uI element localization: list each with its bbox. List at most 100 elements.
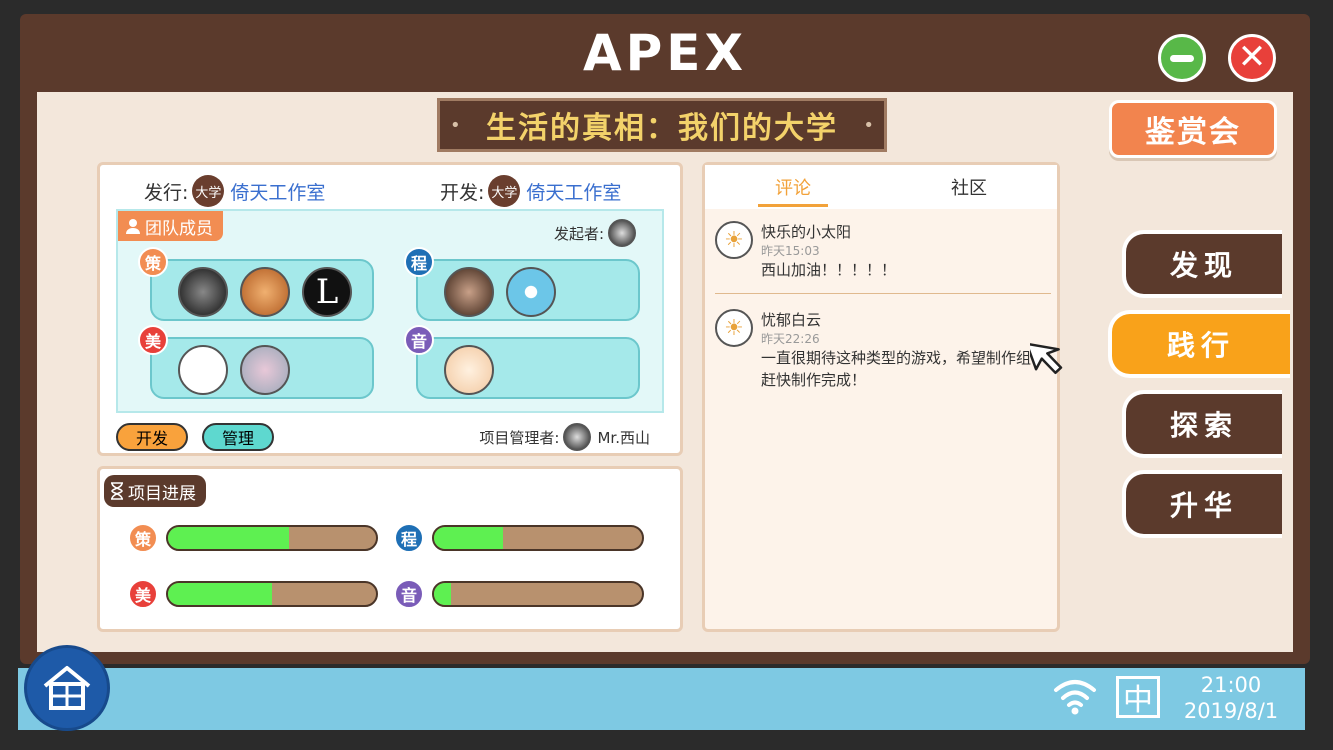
- comment-header: ☀ 快乐的小太阳 昨天15:03: [715, 221, 1045, 259]
- develop-button[interactable]: 开发: [116, 423, 188, 451]
- developer-label: 开发:: [440, 181, 485, 204]
- publisher-name[interactable]: 倚天工作室: [230, 178, 325, 205]
- cursor-icon: [1030, 342, 1063, 375]
- team-members-box: 团队成员 发起者: 策 L 程 美 音: [116, 209, 664, 413]
- title-bar: APEX ✕: [20, 14, 1310, 94]
- progress-tag-label: 项目进展: [128, 483, 196, 504]
- developer-name[interactable]: 倚天工作室: [526, 178, 621, 205]
- comment-author[interactable]: 忧郁白云: [761, 309, 821, 330]
- clock-time: 21:00: [1200, 673, 1262, 697]
- nav-discover[interactable]: 发现: [1122, 230, 1282, 298]
- nav-sublimate[interactable]: 升华: [1122, 470, 1282, 538]
- taskbar: [18, 668, 1305, 730]
- progress-bar: [166, 525, 378, 551]
- manage-button[interactable]: 管理: [202, 423, 274, 451]
- progress-row-art: 美: [128, 579, 378, 609]
- avatar[interactable]: [444, 345, 494, 395]
- comment-meta: 忧郁白云 昨天22:26: [761, 309, 821, 347]
- developer-logo: 大学: [488, 175, 521, 207]
- close-icon: ✕: [1237, 36, 1267, 77]
- hourglass-icon: [111, 482, 123, 500]
- role-group-planning: 策 L: [138, 247, 374, 321]
- initiator-label: 发起者:: [553, 224, 604, 243]
- role-badge: 音: [404, 325, 434, 355]
- project-info-panel: 发行: 大学 倚天工作室 开发: 大学 倚天工作室 团队成员 发起者: 策 L …: [97, 162, 683, 456]
- progress-bar: [166, 581, 378, 607]
- project-manager: 项目管理者: Mr.西山: [479, 423, 650, 451]
- comment-meta: 快乐的小太阳 昨天15:03: [761, 221, 851, 259]
- publisher-credit: 发行: 大学 倚天工作室: [144, 175, 325, 207]
- role-group-art: 美: [138, 325, 374, 399]
- project-title: 生活的真相：我们的大学: [486, 111, 838, 146]
- team-tag-label: 团队成员: [145, 218, 213, 239]
- comments-panel: 评论 社区 ☀ 快乐的小太阳 昨天15:03 西山加油！！！！！ ☀ 忧郁白云 …: [702, 162, 1060, 632]
- project-banner: 生活的真相：我们的大学: [437, 98, 887, 152]
- comment-time: 昨天22:26: [761, 332, 820, 346]
- role-group-programming: 程: [404, 247, 640, 321]
- clock: 21:00 2019/8/1: [1176, 672, 1286, 724]
- minimize-button[interactable]: [1158, 34, 1206, 82]
- comment-header: ☀ 忧郁白云 昨天22:26: [715, 309, 1045, 347]
- progress-bar: [432, 581, 644, 607]
- comment-author[interactable]: 快乐的小太阳: [761, 221, 851, 242]
- progress-row-audio: 音: [394, 579, 644, 609]
- manager-name: Mr.西山: [597, 428, 650, 447]
- avatar[interactable]: L: [302, 267, 352, 317]
- role-badge: 策: [138, 247, 168, 277]
- comment-item: ☀ 忧郁白云 昨天22:26 一直很期待这种类型的游戏，希望制作组赶快制作完成！: [715, 309, 1045, 391]
- nav-explore[interactable]: 探索: [1122, 390, 1282, 458]
- progress-fill: [434, 527, 503, 549]
- role-group-audio: 音: [404, 325, 640, 399]
- app-title: APEX: [582, 24, 748, 82]
- appreciation-button[interactable]: 鉴赏会: [1109, 100, 1277, 158]
- avatar[interactable]: [608, 219, 636, 247]
- sun-avatar-icon[interactable]: ☀: [715, 221, 753, 259]
- sun-avatar-icon[interactable]: ☀: [715, 309, 753, 347]
- role-badge: 程: [404, 247, 434, 277]
- avatar[interactable]: [178, 345, 228, 395]
- progress-row-programming: 程: [394, 523, 644, 553]
- comment-tabs: 评论 社区: [705, 165, 1057, 209]
- comment-text: 一直很期待这种类型的游戏，希望制作组赶快制作完成！: [761, 349, 1032, 389]
- home-icon: [43, 666, 91, 710]
- comment-divider: [715, 293, 1051, 294]
- progress-fill: [434, 583, 451, 605]
- member-list: [444, 267, 556, 317]
- progress-fill: [168, 527, 289, 549]
- member-list: [444, 345, 494, 395]
- initiator: 发起者:: [554, 219, 636, 247]
- ime-indicator[interactable]: 中: [1116, 676, 1160, 718]
- progress-bar: [432, 525, 644, 551]
- avatar[interactable]: [563, 423, 592, 451]
- developer-credit: 开发: 大学 倚天工作室: [440, 175, 621, 207]
- progress-row-planning: 策: [128, 523, 378, 553]
- tab-comments[interactable]: 评论: [705, 165, 881, 209]
- comment-item: ☀ 快乐的小太阳 昨天15:03 西山加油！！！！！: [715, 221, 1045, 281]
- publisher-label: 发行:: [144, 181, 189, 204]
- project-progress-panel: 项目进展 策 程 美 音: [97, 466, 683, 632]
- minimize-icon: [1170, 54, 1194, 62]
- avatar[interactable]: [240, 345, 290, 395]
- wifi-icon[interactable]: [1052, 676, 1098, 716]
- member-list: L: [178, 267, 352, 317]
- avatar[interactable]: [178, 267, 228, 317]
- avatar[interactable]: [506, 267, 556, 317]
- role-badge: 策: [128, 523, 158, 553]
- clock-date: 2019/8/1: [1183, 699, 1279, 723]
- role-badge: 美: [128, 579, 158, 609]
- comment-text: 西山加油！！！！！: [761, 261, 897, 279]
- home-button[interactable]: [24, 645, 110, 731]
- role-badge: 美: [138, 325, 168, 355]
- manager-label: 项目管理者:: [479, 428, 560, 447]
- comment-time: 昨天15:03: [761, 244, 820, 258]
- close-button[interactable]: ✕: [1228, 34, 1276, 82]
- tab-community[interactable]: 社区: [881, 165, 1057, 209]
- avatar[interactable]: [444, 267, 494, 317]
- nav-practice[interactable]: 践行: [1108, 310, 1290, 378]
- progress-tag: 项目进展: [104, 475, 206, 507]
- team-tag: 团队成员: [118, 211, 223, 241]
- member-list: [178, 345, 290, 395]
- person-icon: [126, 219, 140, 234]
- progress-fill: [168, 583, 272, 605]
- avatar[interactable]: [240, 267, 290, 317]
